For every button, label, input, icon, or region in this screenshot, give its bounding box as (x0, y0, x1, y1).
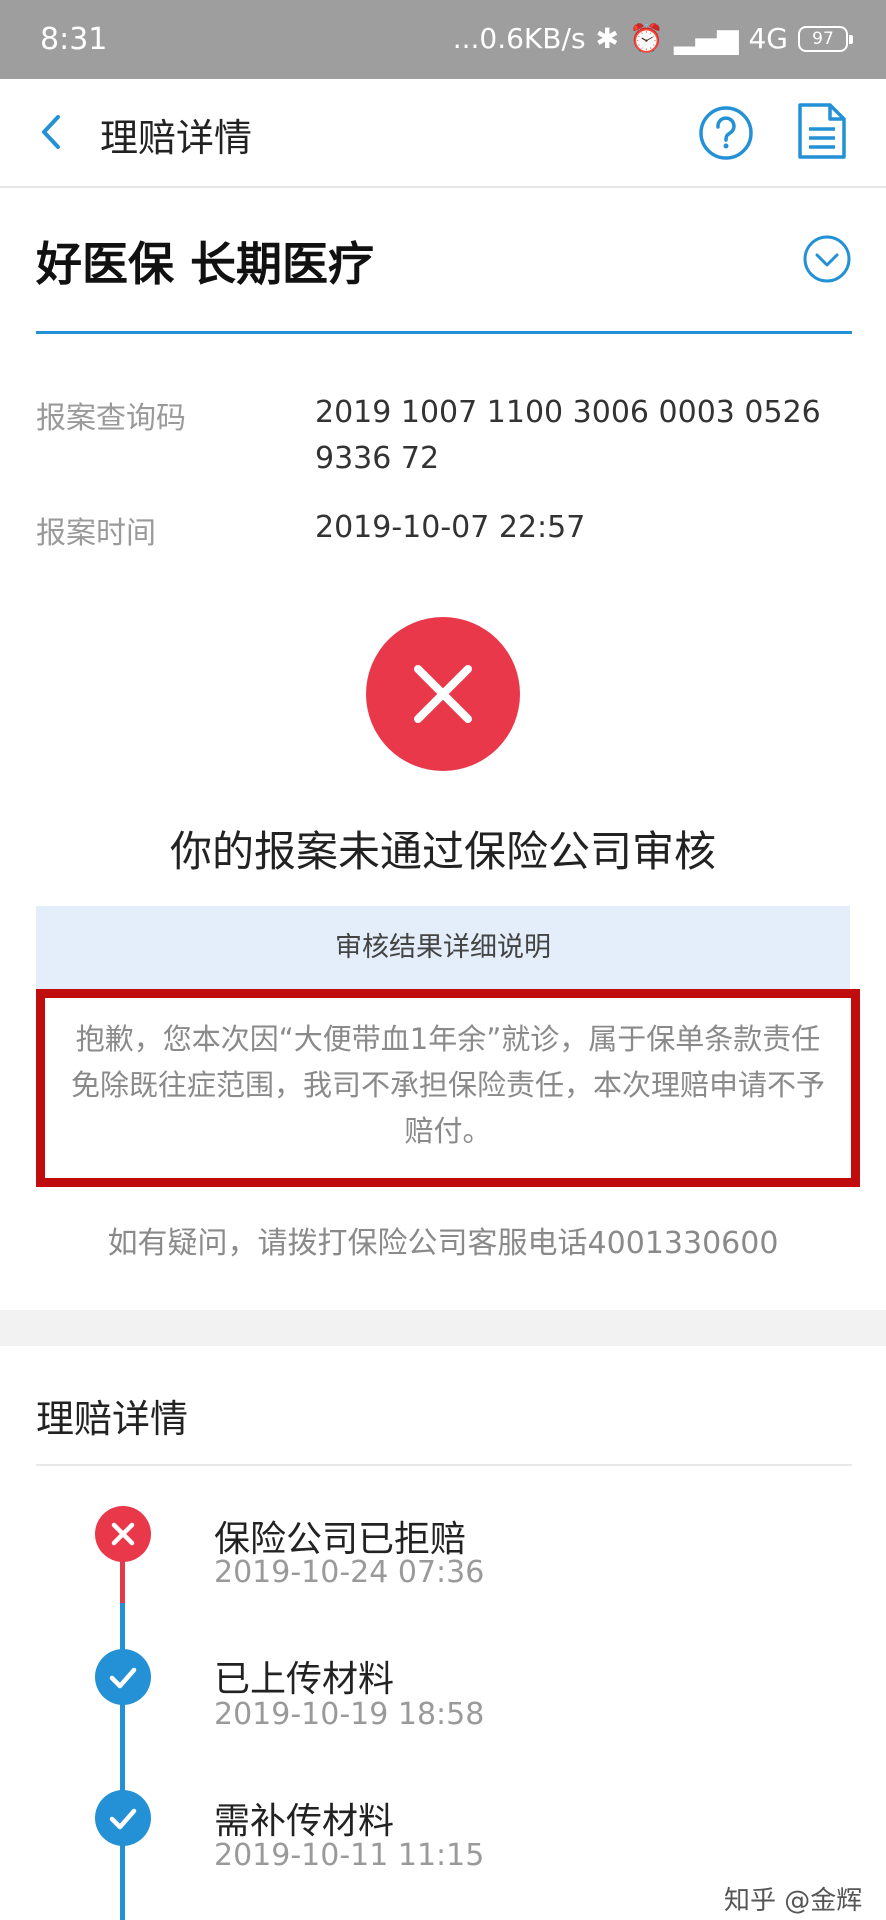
reject-icon (95, 1506, 151, 1562)
signal-icon: ▂▄▆ (673, 22, 739, 55)
checkmark-icon (95, 1790, 151, 1846)
status-time: 8:31 (40, 22, 108, 57)
divider (36, 1464, 852, 1466)
claim-details-title: 理赔详情 (36, 1397, 189, 1441)
back-icon[interactable] (28, 107, 78, 157)
status-icons: ...0.6KB/s ✱ ⏰ ▂▄▆ 4G 97 (452, 22, 853, 55)
reject-icon (366, 617, 520, 771)
nav-bar: 理赔详情 (0, 79, 886, 188)
timeline-step-title: 已上传材料 (214, 1659, 395, 1700)
bluetooth-icon: ✱ (595, 22, 619, 55)
product-name: 好医保 长期医疗 (36, 237, 375, 291)
timeline-step-title: 需补传材料 (214, 1801, 395, 1842)
help-icon[interactable] (698, 105, 754, 161)
watermark: 知乎 @金辉 (724, 1886, 863, 1916)
report-time-label: 报案时间 (36, 516, 156, 551)
timeline-step-time: 2019-10-19 18:58 (214, 1697, 485, 1732)
timeline-step-time: 2019-10-11 11:15 (214, 1838, 485, 1873)
timeline-step-time: 2019-10-24 07:36 (214, 1555, 485, 1590)
network-type: 4G (748, 22, 788, 55)
detail-heading: 审核结果详细说明 (36, 906, 850, 989)
result-title: 你的报案未通过保险公司审核 (169, 827, 716, 876)
alarm-icon: ⏰ (629, 22, 664, 55)
section-separator (0, 1310, 886, 1346)
document-icon[interactable] (796, 101, 848, 161)
divider (36, 331, 852, 334)
report-code-label: 报案查询码 (36, 401, 186, 436)
report-code-value: 2019 1007 1100 3006 0003 0526 9336 72 (315, 395, 821, 476)
checkmark-icon (95, 1649, 151, 1705)
report-time-value: 2019-10-07 22:57 (315, 510, 586, 545)
battery-icon: 97 (798, 25, 853, 52)
detail-text: 抱歉，您本次因“大便带血1年余”就诊，属于保单条款责任免除既往症范围，我司不承担… (71, 1022, 826, 1148)
page-title: 理赔详情 (100, 116, 253, 160)
detail-explanation: 抱歉，您本次因“大便带血1年余”就诊，属于保单条款责任免除既往症范围，我司不承担… (36, 989, 860, 1187)
chevron-down-icon[interactable] (802, 234, 852, 284)
network-speed: ...0.6KB/s (452, 22, 586, 55)
hotline-text[interactable]: 如有疑问，请拨打保险公司客服电话4001330600 (0, 1218, 886, 1262)
status-bar: 8:31 ...0.6KB/s ✱ ⏰ ▂▄▆ 4G 97 (0, 0, 886, 79)
